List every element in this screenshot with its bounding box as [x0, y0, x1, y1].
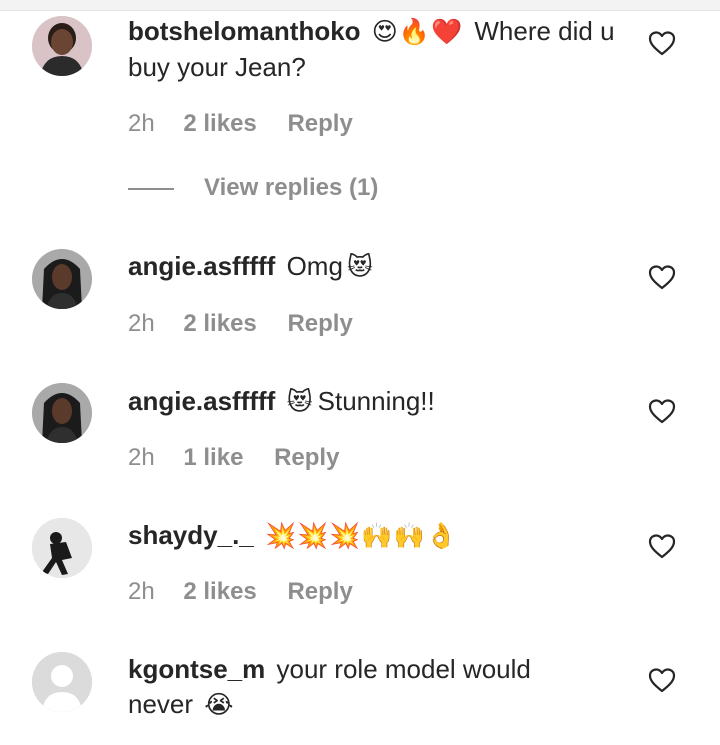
like-button[interactable]: [648, 264, 676, 290]
timestamp: 2h: [128, 578, 155, 605]
heart-outline-icon: [648, 265, 676, 290]
avatar[interactable]: [32, 16, 92, 76]
replies-divider-line: [128, 187, 174, 190]
emoji-group: 😍🔥❤️: [371, 18, 464, 46]
comment-message: Omg: [286, 251, 343, 281]
reply-button[interactable]: Reply: [287, 578, 352, 605]
comment-text: angie.asfffff 😻 Stunning!!: [128, 384, 628, 420]
comment-meta: 2h 1 like Reply: [128, 444, 339, 472]
default-avatar-icon: [32, 652, 92, 712]
reply-button[interactable]: Reply: [274, 444, 339, 471]
emoji-group: 💥💥💥🙌🙌👌: [264, 522, 458, 550]
reply-button[interactable]: Reply: [287, 110, 352, 137]
timestamp: 2h: [128, 110, 155, 137]
username[interactable]: botshelomanthoko: [128, 16, 361, 46]
username[interactable]: angie.asfffff: [128, 251, 275, 281]
like-button[interactable]: [648, 398, 676, 424]
likes-count[interactable]: 2 likes: [183, 578, 256, 605]
like-button[interactable]: [648, 667, 676, 693]
username[interactable]: angie.asfffff: [128, 386, 275, 416]
top-edge-bar: [0, 0, 720, 11]
comment-message: Stunning!!: [317, 386, 435, 416]
username[interactable]: kgontse_m: [128, 654, 265, 684]
timestamp: 2h: [128, 444, 155, 471]
likes-count[interactable]: 1 like: [183, 444, 243, 471]
avatar[interactable]: [32, 249, 92, 309]
comment-meta: 2h 2 likes Reply: [128, 110, 353, 138]
heart-outline-icon: [648, 668, 676, 693]
comment-text: kgontse_m your role model would never 😭: [128, 652, 568, 723]
heart-outline-icon: [648, 534, 676, 559]
emoji-group: 😻: [286, 388, 314, 416]
heart-outline-icon: [648, 399, 676, 424]
username[interactable]: shaydy_._: [128, 520, 254, 550]
comment-meta: 2h 2 likes Reply: [128, 310, 353, 338]
emoji-group: 😭: [204, 691, 235, 719]
view-replies-button[interactable]: View replies (1): [128, 174, 378, 204]
comment-meta: 2h 2 likes Reply: [128, 578, 353, 606]
timestamp: 2h: [128, 310, 155, 337]
avatar[interactable]: [32, 652, 92, 712]
like-button[interactable]: [648, 533, 676, 559]
view-replies-label: View replies (1): [204, 174, 379, 201]
comment-text: botshelomanthoko 😍🔥❤️ Where did u buy yo…: [128, 14, 628, 85]
avatar[interactable]: [32, 518, 92, 578]
avatar[interactable]: [32, 383, 92, 443]
likes-count[interactable]: 2 likes: [183, 110, 256, 137]
emoji-group: 😻: [346, 253, 374, 281]
comment-text: angie.asfffff Omg 😻: [128, 249, 628, 285]
heart-outline-icon: [648, 31, 676, 56]
reply-button[interactable]: Reply: [287, 310, 352, 337]
likes-count[interactable]: 2 likes: [183, 310, 256, 337]
comment-text: shaydy_._ 💥💥💥🙌🙌👌: [128, 518, 628, 554]
like-button[interactable]: [648, 30, 676, 56]
